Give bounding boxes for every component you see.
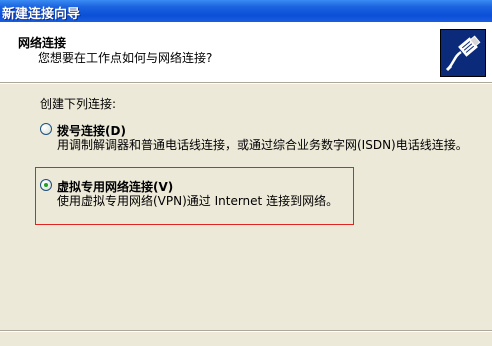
dialup-description: 用调制解调器和普通电话线连接，或通过综合业务数字网(ISDN)电话线连接。 — [57, 138, 468, 152]
vpn-radio[interactable] — [40, 179, 52, 191]
header-subtitle: 您想要在工作点如何与网络连接? — [38, 51, 213, 65]
wizard-footer — [0, 332, 492, 346]
wizard-header: 网络连接 您想要在工作点如何与网络连接? — [0, 22, 492, 83]
title-bar[interactable]: 新建连接向导 — [0, 0, 492, 22]
dialup-label[interactable]: 拨号连接(D) — [57, 122, 126, 139]
connection-type-prompt: 创建下列连接: — [40, 97, 117, 111]
dialup-radio[interactable] — [40, 123, 52, 135]
network-cable-plug-icon — [440, 29, 486, 77]
vpn-description: 使用虚拟专用网络(VPN)通过 Internet 连接到网络。 — [57, 194, 339, 208]
radio-selected-dot — [44, 183, 48, 187]
wizard-content: 创建下列连接: 拨号连接(D) 用调制解调器和普通电话线连接，或通过综合业务数字… — [0, 84, 492, 330]
window-title: 新建连接向导 — [2, 7, 81, 22]
vpn-label[interactable]: 虚拟专用网络连接(V) — [57, 178, 173, 195]
